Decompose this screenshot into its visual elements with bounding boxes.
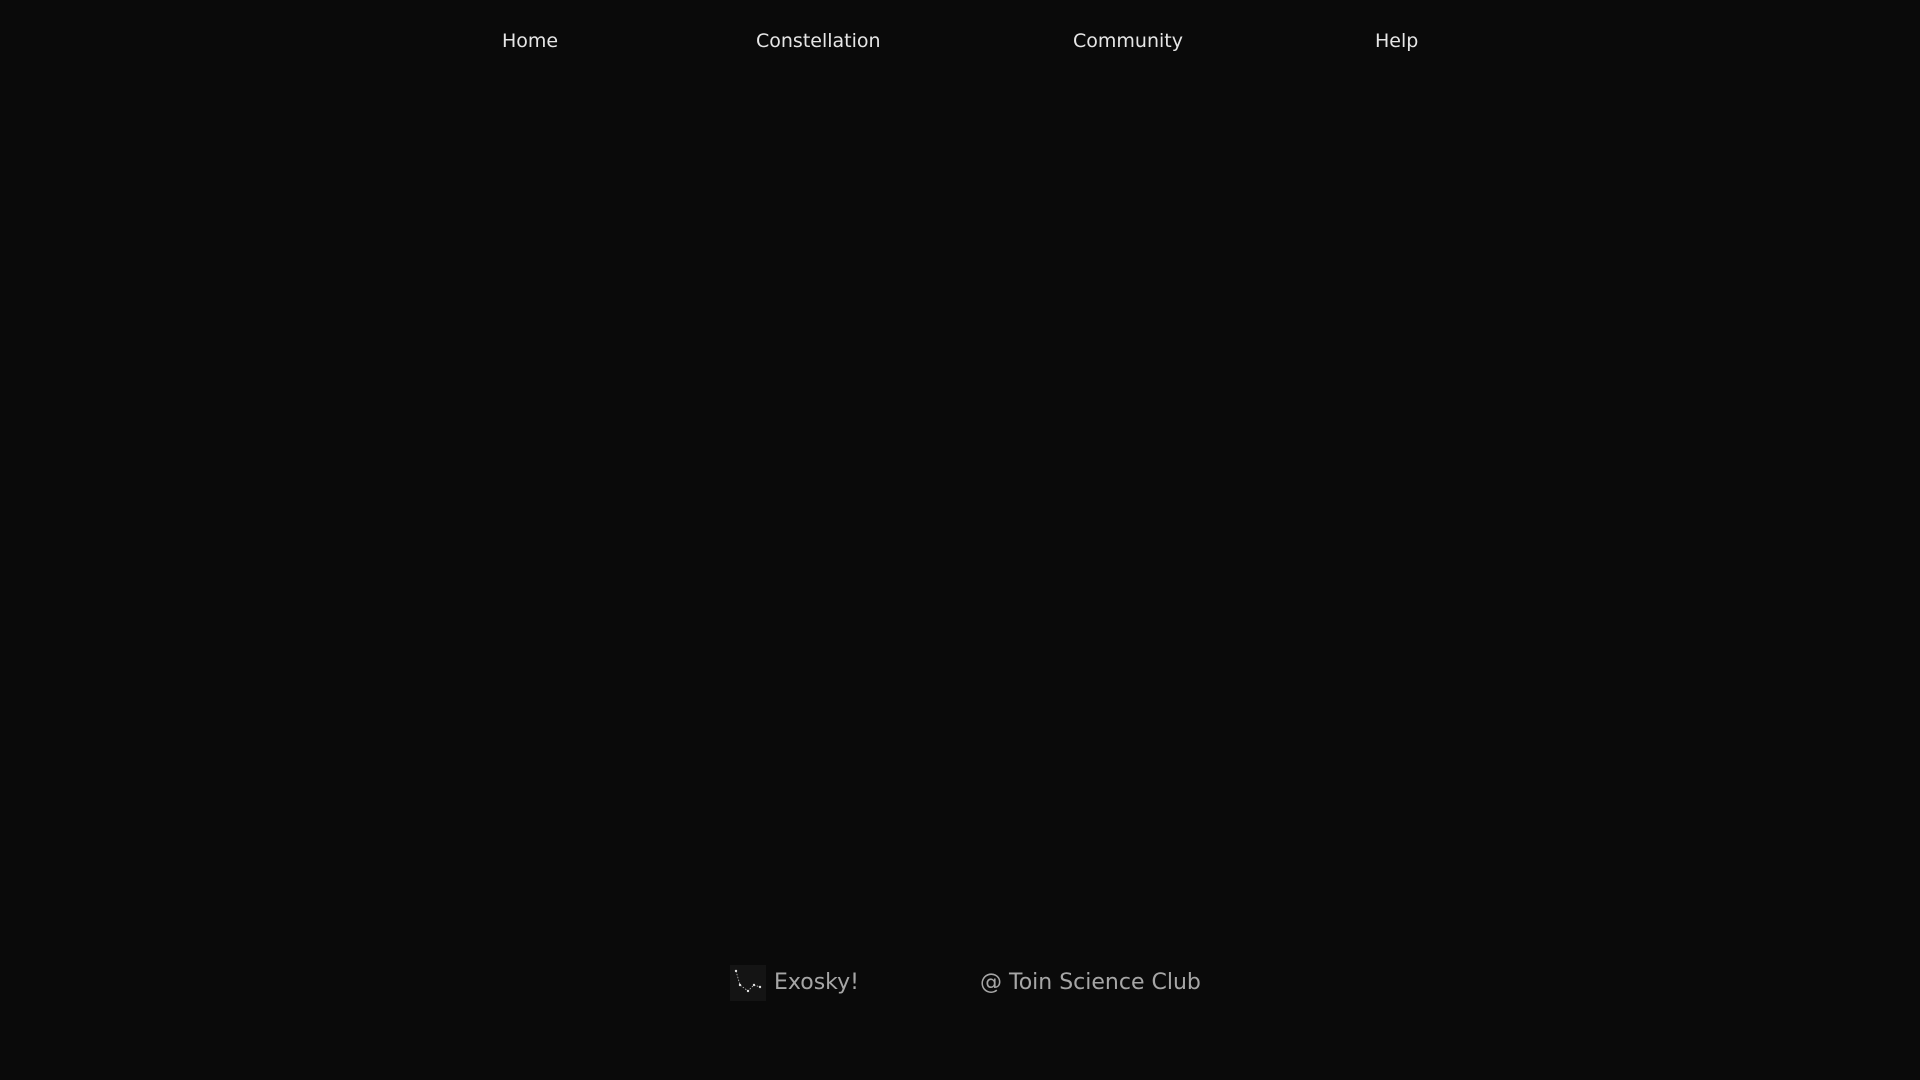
nav-constellation-link[interactable]: Constellation [756, 28, 881, 54]
nav-help-link[interactable]: Help [1375, 28, 1418, 54]
footer-brand: Exosky! [730, 962, 859, 1004]
page: Home Constellation Community Help Exosky… [0, 0, 1920, 1080]
top-navigation: Home Constellation Community Help [0, 0, 1920, 80]
nav-home-link[interactable]: Home [502, 28, 558, 54]
footer-credit: @ Toin Science Club [980, 970, 1201, 995]
main-content-area [0, 80, 1920, 940]
constellation-icon [730, 965, 766, 1001]
nav-community-link[interactable]: Community [1073, 28, 1183, 54]
brand-name: Exosky! [774, 970, 859, 995]
footer: Exosky! @ Toin Science Club [0, 955, 1920, 1011]
